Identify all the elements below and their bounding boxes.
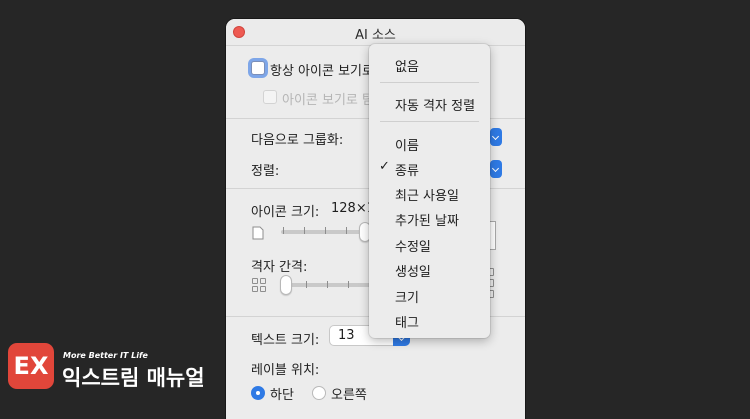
- menu-item-label: 종류: [395, 164, 419, 179]
- menu-item-label: 크기: [395, 291, 419, 306]
- menu-item-label: 최근 사용일: [395, 189, 459, 204]
- menu-item-size[interactable]: 크기: [369, 283, 490, 306]
- group-by-label: 다음으로 그룹화:: [251, 133, 344, 148]
- sort-select[interactable]: [490, 160, 502, 178]
- menu-item-label: 자동 격자 정렬: [395, 99, 476, 114]
- menu-separator: [380, 82, 479, 83]
- always-icon-view-checkbox[interactable]: [251, 61, 265, 75]
- icon-size-slider-track[interactable]: [281, 230, 371, 234]
- menu-item-date-created[interactable]: 생성일: [369, 257, 490, 280]
- tight-grid-icon: [252, 278, 266, 292]
- menu-item-kind[interactable]: ✓ 종류: [369, 156, 490, 179]
- slider-tick: [346, 227, 347, 234]
- menu-item-label: 이름: [395, 139, 419, 154]
- logo-tagline: More Better IT Life: [63, 351, 148, 360]
- menu-item-none[interactable]: 없음: [369, 52, 490, 75]
- menu-item-label: 생성일: [395, 265, 431, 280]
- menu-item-name[interactable]: 이름: [369, 131, 490, 154]
- menu-item-tags[interactable]: 태그: [369, 308, 490, 331]
- slider-tick: [304, 227, 305, 234]
- text-size-label: 텍스트 크기:: [251, 333, 320, 348]
- window-title: AI 소스: [355, 28, 396, 43]
- logo-badge-text: EX: [13, 352, 49, 380]
- label-position-bottom-label: 하단: [270, 388, 294, 403]
- menu-item-snap-to-grid[interactable]: 자동 격자 정렬: [369, 91, 490, 114]
- grid-spacing-label: 격자 간격:: [251, 260, 308, 275]
- group-by-select[interactable]: [490, 128, 502, 146]
- title-bar[interactable]: AI 소스: [226, 19, 525, 46]
- slider-tick: [306, 281, 307, 288]
- site-logo-icon: EX: [8, 343, 54, 389]
- label-position-bottom-radio[interactable]: [251, 386, 265, 400]
- menu-item-date-last-opened[interactable]: 최근 사용일: [369, 181, 490, 204]
- text-size-value: 13: [338, 328, 355, 343]
- checkmark-icon: ✓: [379, 159, 390, 174]
- icon-size-label: 아이콘 크기:: [251, 205, 320, 220]
- menu-item-label: 수정일: [395, 240, 431, 255]
- logo-name: 익스트림 매뉴얼: [62, 366, 205, 390]
- small-document-icon: [252, 226, 264, 240]
- grid-spacing-slider-knob[interactable]: [280, 275, 292, 295]
- menu-separator: [380, 121, 479, 122]
- label-position-label: 레이블 위치:: [251, 363, 320, 378]
- menu-item-date-modified[interactable]: 수정일: [369, 232, 490, 255]
- slider-tick: [348, 281, 349, 288]
- slider-tick: [325, 227, 326, 234]
- menu-item-label: 없음: [395, 60, 419, 75]
- slider-tick: [283, 227, 284, 234]
- sort-label: 정렬:: [251, 164, 280, 179]
- menu-item-label: 추가된 날짜: [395, 214, 459, 229]
- slider-tick: [327, 281, 328, 288]
- menu-item-label: 태그: [395, 316, 419, 331]
- arrange-by-menu: 없음 자동 격자 정렬 이름 ✓ 종류 최근 사용일 추가된 날짜 수정일 생성…: [369, 44, 490, 338]
- label-position-right-radio[interactable]: [312, 386, 326, 400]
- always-icon-view-label: 항상 아이콘 보기로: [270, 64, 374, 79]
- grid-spacing-slider-track[interactable]: [281, 283, 371, 287]
- browse-icon-view-label: 아이콘 보기로 탐: [282, 93, 374, 108]
- label-position-right-label: 오른쪽: [331, 388, 367, 403]
- menu-item-date-added[interactable]: 추가된 날짜: [369, 206, 490, 229]
- browse-icon-view-checkbox[interactable]: [263, 90, 277, 104]
